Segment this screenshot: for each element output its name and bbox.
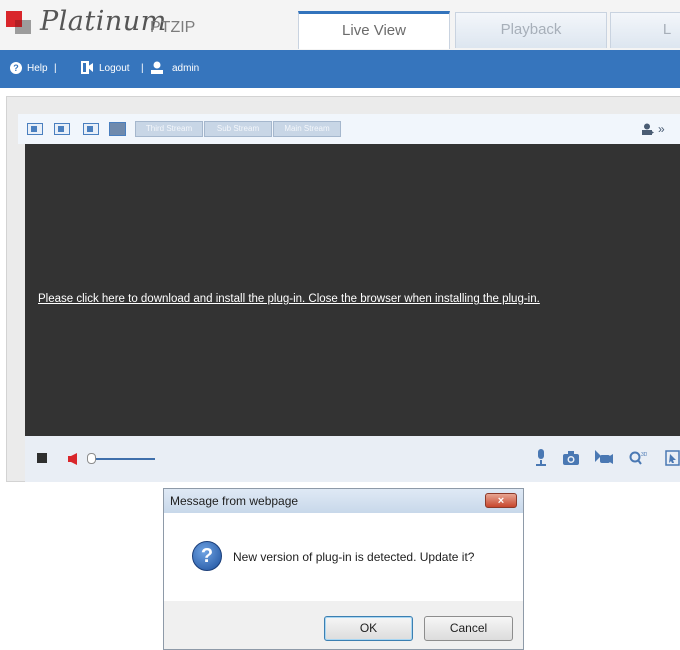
separator: | [141,63,144,74]
logout-link[interactable]: Logout [99,63,130,75]
separator: | [54,63,57,74]
camera-icon[interactable] [563,451,579,465]
dialog-title-bar[interactable]: Message from webpage × [164,489,523,513]
playback-controls: 3D [25,436,680,482]
cancel-button[interactable]: Cancel [424,616,513,641]
logo-icon [6,11,31,34]
user-settings-icon[interactable] [642,123,654,135]
dialog-message: New version of plug-in is detected. Upda… [233,550,475,564]
window-mode-button[interactable] [109,122,126,136]
layout-1x1-button[interactable] [27,123,43,135]
dialog-close-button[interactable]: × [485,493,517,508]
volume-slider-thumb[interactable] [87,453,97,464]
microphone-icon[interactable] [535,449,547,467]
top-bar: ? Help | Logout | admin [0,50,680,88]
volume-icon[interactable] [68,453,79,465]
layout-2x2-button[interactable] [54,123,70,135]
digital-zoom-icon[interactable]: 3D [629,451,647,465]
main-stream-tab[interactable]: Main Stream [273,121,341,137]
volume-slider-track[interactable] [87,458,155,460]
layout-icon [87,126,93,132]
video-toolbar: Third Stream Sub Stream Main Stream » [18,114,680,144]
dialog-title: Message from webpage [170,494,299,508]
fullscreen-icon[interactable] [665,450,680,466]
tab-playback[interactable]: Playback [455,12,607,48]
layout-3x3-button[interactable] [83,123,99,135]
dialog-body: ? New version of plug-in is detected. Up… [164,513,523,601]
ok-button[interactable]: OK [324,616,413,641]
video-area: Please click here to download and instal… [25,144,680,436]
username: admin [172,63,200,74]
tab-live-view[interactable]: Live View [298,11,450,49]
logout-icon[interactable] [81,61,93,74]
question-icon: ? [192,541,222,571]
brand-name: Platinum [40,6,167,37]
tab-log-label: L [662,21,672,38]
message-dialog: Message from webpage × ? New version of … [163,488,524,650]
model-name: PTZIP [150,19,196,36]
user-icon [151,61,163,74]
plugin-download-link[interactable]: Please click here to download and instal… [38,293,540,305]
header: Platinum PTZIP Live View Playback L [0,0,680,50]
layout-icon [31,126,37,132]
sub-stream-tab[interactable]: Sub Stream [204,121,272,137]
tab-log[interactable]: L [610,12,680,48]
stop-icon[interactable] [37,453,47,463]
help-icon[interactable]: ? [10,62,22,74]
expand-icon[interactable]: » [658,122,665,136]
svg-text:3D: 3D [641,452,647,458]
third-stream-tab[interactable]: Third Stream [135,121,203,137]
layout-icon [58,126,64,132]
record-icon[interactable] [593,450,613,466]
help-link[interactable]: Help [27,63,48,75]
